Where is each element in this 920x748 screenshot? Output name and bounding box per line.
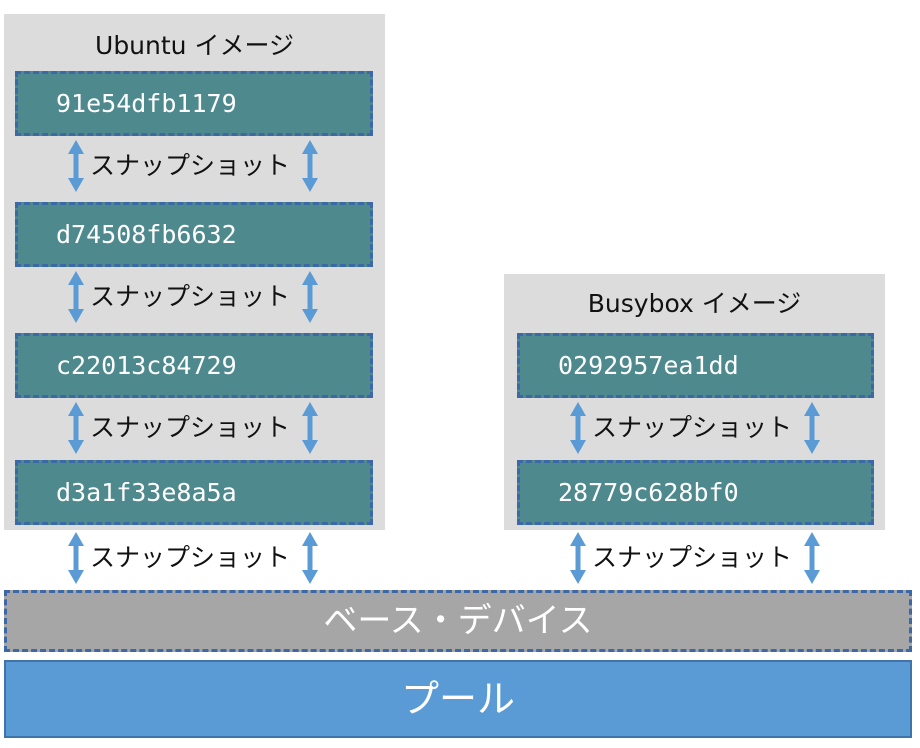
snapshot-label: スナップショット — [592, 413, 793, 442]
ubuntu-image-title: Ubuntu イメージ — [95, 31, 294, 60]
double-arrow-icon — [68, 402, 84, 454]
ubuntu-layer-2: d74508fb6632 — [15, 202, 373, 267]
double-arrow-icon — [570, 532, 586, 584]
double-arrow-icon — [68, 532, 84, 584]
double-arrow-icon — [570, 402, 586, 454]
base-device: ベース・デバイス — [4, 590, 912, 652]
ubuntu-layer-1: 91e54dfb1179 — [15, 71, 373, 136]
ubuntu-snapshot-3: スナップショット — [8, 400, 378, 456]
ubuntu-snapshot-1: スナップショット — [8, 138, 378, 194]
pool: プール — [4, 660, 912, 738]
snapshot-label: スナップショット — [90, 413, 291, 442]
busybox-layer-1: 0292957ea1dd — [517, 333, 874, 398]
busybox-base-snapshot: スナップショット — [510, 530, 880, 586]
double-arrow-icon — [68, 140, 84, 192]
double-arrow-icon — [302, 271, 318, 323]
double-arrow-icon — [804, 402, 820, 454]
busybox-image-title: Busybox イメージ — [587, 289, 802, 318]
ubuntu-base-snapshot: スナップショット — [8, 530, 378, 586]
snapshot-label: スナップショット — [90, 282, 291, 311]
ubuntu-layer-4: d3a1f33e8a5a — [15, 460, 373, 525]
double-arrow-icon — [302, 402, 318, 454]
snapshot-label: スナップショット — [592, 543, 793, 572]
double-arrow-icon — [804, 532, 820, 584]
double-arrow-icon — [302, 140, 318, 192]
snapshot-label: スナップショット — [90, 543, 291, 572]
ubuntu-snapshot-2: スナップショット — [8, 269, 378, 325]
busybox-layer-2: 28779c628bf0 — [517, 460, 874, 525]
double-arrow-icon — [302, 532, 318, 584]
double-arrow-icon — [68, 271, 84, 323]
snapshot-label: スナップショット — [90, 151, 291, 180]
ubuntu-layer-3: c22013c84729 — [15, 333, 373, 398]
busybox-snapshot-1: スナップショット — [510, 400, 880, 456]
